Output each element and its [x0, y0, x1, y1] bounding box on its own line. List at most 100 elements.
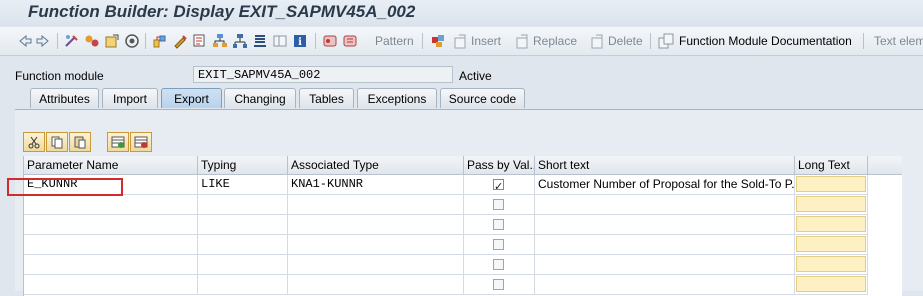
cell-short-text[interactable]	[535, 235, 795, 255]
tab-changing[interactable]: Changing	[224, 88, 296, 108]
cell-typing[interactable]	[198, 235, 288, 255]
check-icon[interactable]	[104, 31, 120, 51]
tab-export[interactable]: Export	[161, 88, 222, 108]
pattern-label: Pattern	[375, 34, 414, 48]
pass-by-value-checkbox[interactable]	[493, 279, 504, 290]
pass-by-value-checkbox[interactable]	[493, 199, 504, 210]
cell-parameter-name[interactable]	[24, 195, 198, 215]
text-elements-button[interactable]: Text elem	[871, 31, 923, 51]
cell-associated-type[interactable]: KNA1-KUNNR	[288, 175, 464, 195]
highlight-box	[7, 178, 123, 196]
function-module-field[interactable]: EXIT_SAPMV45A_002	[193, 66, 453, 83]
export-panel: Parameter Name Typing Associated Type Pa…	[15, 109, 923, 296]
object-list-icon[interactable]	[152, 31, 168, 51]
display-object-icon[interactable]	[322, 31, 338, 51]
cell-typing[interactable]	[198, 215, 288, 235]
tab-exceptions[interactable]: Exceptions	[357, 88, 437, 108]
col-parameter-name[interactable]: Parameter Name	[24, 156, 198, 174]
col-short-text[interactable]: Short text	[535, 156, 795, 174]
cell-associated-type[interactable]	[288, 215, 464, 235]
cell-parameter-name[interactable]	[24, 235, 198, 255]
cut-button[interactable]	[23, 132, 45, 152]
delete-row-button[interactable]	[130, 132, 152, 152]
replace-label: Replace	[533, 34, 578, 48]
long-text-button[interactable]	[796, 196, 866, 212]
window-title: Function Builder: Display EXIT_SAPMV45A_…	[28, 2, 416, 21]
cell-associated-type[interactable]	[288, 235, 464, 255]
cell-parameter-name[interactable]	[24, 275, 198, 295]
delete-button[interactable]: Delete	[589, 31, 643, 51]
navigation-window-icon[interactable]	[192, 31, 208, 51]
cell-typing[interactable]	[198, 255, 288, 275]
replace-button[interactable]: Replace	[514, 31, 577, 51]
where-used-icon[interactable]	[124, 31, 140, 51]
cell-long-text	[795, 175, 868, 195]
cell-typing[interactable]	[198, 195, 288, 215]
back-arrow-icon[interactable]	[18, 31, 32, 51]
cell-typing[interactable]: LIKE	[198, 175, 288, 195]
cell-pass-by-value	[464, 235, 535, 255]
activate-icon[interactable]	[84, 31, 100, 51]
col-typing[interactable]: Typing	[198, 156, 288, 174]
tab-source-code[interactable]: Source code	[440, 88, 525, 108]
pattern-icon[interactable]	[342, 31, 358, 51]
table-row: E_KUNNR LIKE KNA1-KUNNR Customer Number …	[24, 175, 902, 195]
title-bar: Function Builder: Display EXIT_SAPMV45A_…	[0, 0, 923, 26]
tab-strip: Attributes Import Export Changing Tables…	[15, 88, 915, 109]
cell-pass-by-value	[464, 215, 535, 235]
fm-documentation-button[interactable]: Function Module Documentation	[658, 31, 852, 51]
structure-icon[interactable]	[232, 31, 248, 51]
pass-by-value-checkbox[interactable]	[493, 239, 504, 250]
copy-button[interactable]	[46, 132, 68, 152]
info-icon[interactable]: i	[292, 31, 308, 51]
col-pass-by-value[interactable]: Pass by Val...	[464, 156, 535, 174]
pass-by-value-checkbox[interactable]	[493, 177, 504, 194]
pass-by-value-checkbox[interactable]	[493, 219, 504, 230]
layout-icon[interactable]	[272, 31, 288, 51]
insert-button[interactable]: Insert	[452, 31, 501, 51]
cell-associated-type[interactable]	[288, 195, 464, 215]
insert-label: Insert	[471, 34, 502, 48]
pass-by-value-checkbox[interactable]	[493, 259, 504, 270]
cell-associated-type[interactable]	[288, 275, 464, 295]
function-module-label: Function module	[15, 69, 104, 83]
cell-long-text	[795, 275, 868, 295]
pattern-button[interactable]: Pattern	[372, 31, 414, 51]
cell-short-text[interactable]	[535, 275, 795, 295]
cell-parameter-name[interactable]	[24, 215, 198, 235]
hierarchy-icon[interactable]	[212, 31, 228, 51]
cell-short-text[interactable]	[535, 255, 795, 275]
cell-pass-by-value	[464, 195, 535, 215]
long-text-button[interactable]	[796, 256, 866, 272]
tab-tables[interactable]: Tables	[299, 88, 354, 108]
cell-typing[interactable]	[198, 275, 288, 295]
tab-attributes[interactable]: Attributes	[30, 88, 99, 108]
insert-row-button[interactable]	[107, 132, 129, 152]
list-stack-icon[interactable]	[252, 31, 268, 51]
cell-associated-type[interactable]	[288, 255, 464, 275]
delete-row-icon	[134, 136, 148, 148]
table-row	[24, 255, 902, 275]
grid-header: Parameter Name Typing Associated Type Pa…	[24, 156, 902, 175]
cell-pass-by-value	[464, 255, 535, 275]
cell-short-text[interactable]	[535, 215, 795, 235]
long-text-button[interactable]	[796, 216, 866, 232]
paste-button[interactable]	[69, 132, 91, 152]
col-long-text[interactable]: Long Text	[795, 156, 868, 174]
cell-long-text	[795, 235, 868, 255]
scissors-icon	[28, 136, 40, 149]
display-change-icon[interactable]	[64, 31, 80, 51]
cell-long-text	[795, 255, 868, 275]
tab-import[interactable]: Import	[102, 88, 158, 108]
pretty-printer-icon[interactable]	[430, 31, 446, 51]
fm-documentation-label: Function Module Documentation	[679, 34, 852, 48]
forward-arrow-icon[interactable]	[36, 31, 50, 51]
long-text-button[interactable]	[796, 176, 866, 192]
cell-short-text[interactable]: Customer Number of Proposal for the Sold…	[535, 175, 795, 195]
col-associated-type[interactable]: Associated Type	[288, 156, 464, 174]
cell-short-text[interactable]	[535, 195, 795, 215]
parameter-grid: Parameter Name Typing Associated Type Pa…	[23, 156, 902, 296]
edit-pencil-icon[interactable]	[172, 31, 188, 51]
cell-parameter-name[interactable]	[24, 255, 198, 275]
long-text-button[interactable]	[796, 236, 866, 252]
